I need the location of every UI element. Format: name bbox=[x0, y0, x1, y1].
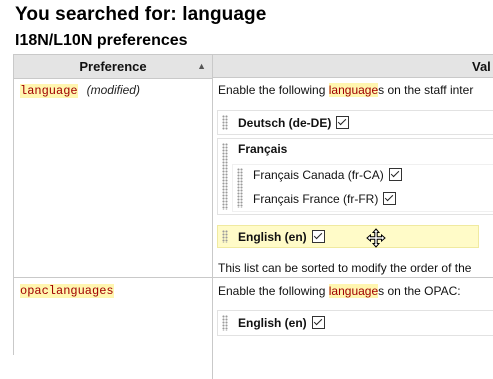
drag-handle-icon[interactable] bbox=[237, 168, 243, 208]
drag-handle-icon[interactable] bbox=[222, 115, 228, 130]
checkbox-checked-icon[interactable] bbox=[311, 230, 325, 243]
pref-description-opaclanguages: Enable the following languages on the OP… bbox=[218, 284, 461, 298]
sublanguage-label-fr-ca: Français Canada (fr-CA) bbox=[253, 168, 384, 182]
column-header-preference-label: Preference bbox=[79, 59, 147, 74]
sortable-opac-language-english[interactable]: English (en) bbox=[217, 310, 493, 336]
sortable-language-english-dragging[interactable]: English (en) bbox=[217, 225, 479, 248]
column-header-preference[interactable]: Preference ▲ bbox=[14, 55, 213, 79]
language-label-english: English (en) bbox=[238, 230, 307, 244]
checkbox-checked-icon[interactable] bbox=[311, 316, 325, 329]
desc-text-3: Enable the following bbox=[218, 284, 329, 298]
drag-handle-icon[interactable] bbox=[222, 143, 228, 210]
page-title: You searched for: language bbox=[15, 4, 267, 25]
pref-name-opaclanguages[interactable]: opaclanguages bbox=[20, 284, 114, 298]
row-divider bbox=[14, 277, 493, 278]
sort-ascending-icon: ▲ bbox=[197, 61, 206, 71]
desc-text-2: s on the staff inter bbox=[378, 83, 474, 97]
drag-handle-icon[interactable] bbox=[222, 315, 228, 331]
desc-text-1: Enable the following bbox=[218, 83, 329, 97]
sortable-note: This list can be sorted to modify the or… bbox=[218, 261, 472, 275]
move-cursor-icon bbox=[366, 228, 386, 248]
drag-handle-icon[interactable] bbox=[222, 230, 228, 243]
modified-status: (modified) bbox=[86, 83, 140, 97]
sublanguage-list: Français Canada (fr-CA) Français France … bbox=[232, 164, 493, 212]
column-header-value-label: Val bbox=[472, 59, 491, 74]
sortable-language-deutsch[interactable]: Deutsch (de-DE) bbox=[217, 110, 493, 135]
column-header-value[interactable]: Val bbox=[213, 55, 493, 78]
sublanguage-label-fr-fr: Français France (fr-FR) bbox=[253, 192, 379, 206]
pref-name-language[interactable]: language (modified) bbox=[20, 83, 140, 98]
pref-description-language: Enable the following languages on the st… bbox=[218, 83, 473, 97]
pref-name-opaclanguages-label: opaclanguages bbox=[20, 284, 114, 298]
pref-name-language-label: language bbox=[20, 84, 78, 98]
checkbox-checked-icon[interactable] bbox=[336, 116, 350, 129]
column-divider bbox=[212, 79, 213, 379]
desc-text-4: s on the OPAC: bbox=[378, 284, 461, 298]
section-title: I18N/L10N preferences bbox=[15, 32, 188, 49]
opac-language-label-english: English (en) bbox=[238, 316, 307, 330]
checkbox-checked-icon[interactable] bbox=[388, 168, 402, 181]
desc-keyword-1: language bbox=[328, 83, 379, 97]
sortable-language-francais[interactable]: Français Français Canada (fr-CA) Françai… bbox=[217, 138, 493, 215]
preferences-table: Preference ▲ Val language (modified) Enab… bbox=[13, 54, 493, 379]
language-label-francais: Français bbox=[238, 142, 288, 156]
desc-keyword-2: language bbox=[328, 284, 379, 298]
checkbox-checked-icon[interactable] bbox=[383, 192, 397, 205]
language-label-deutsch: Deutsch (de-DE) bbox=[238, 116, 332, 130]
